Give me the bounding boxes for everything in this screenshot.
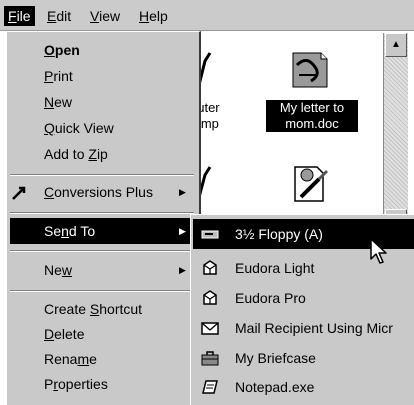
menu-separator [10, 212, 194, 214]
selected-file-label[interactable]: My letter to mom.doc [266, 100, 358, 132]
menu-separator [10, 290, 194, 292]
document-icon[interactable] [287, 51, 333, 89]
file-menu: Open Print New Quick View Add to Zip Con… [6, 31, 201, 405]
menu-separator [10, 174, 194, 176]
menu-help[interactable]: Help [135, 6, 172, 26]
menu-edit[interactable]: Edit [43, 6, 75, 26]
menu-item-new[interactable]: New ▶ [7, 257, 199, 283]
menu-item-create-shortcut[interactable]: Create Shortcut [7, 296, 199, 322]
send-to-my-briefcase[interactable]: My Briefcase [191, 343, 414, 373]
send-to-notepad[interactable]: Notepad.exe [191, 372, 414, 402]
send-to-mail-recipient[interactable]: Mail Recipient Using Micr [191, 313, 414, 343]
menu-item-add-to-zip[interactable]: Add to Zip [7, 141, 199, 167]
floppy-drive-icon [201, 230, 219, 239]
eudora-light-icon [203, 260, 217, 275]
submenu-arrow-icon: ▶ [179, 187, 186, 197]
menu-item-delete[interactable]: Delete [7, 321, 199, 347]
menu-item-quick-view[interactable]: Quick View [7, 115, 199, 141]
setup-program-icon[interactable] [287, 161, 333, 205]
menu-separator [10, 250, 194, 252]
mail-envelope-icon [201, 322, 219, 335]
vertical-scrollbar[interactable]: ▲ [383, 33, 408, 217]
menu-view[interactable]: View [86, 6, 124, 26]
menu-item-conversions-plus[interactable]: Conversions Plus ▶ [7, 179, 199, 205]
menu-item-open[interactable]: Open [7, 37, 199, 63]
menu-item-rename[interactable]: Rename [7, 346, 199, 372]
menu-item-print[interactable]: Print [7, 63, 199, 89]
submenu-arrow-icon: ▶ [179, 265, 186, 275]
menu-bar: File Edit View Help [0, 0, 414, 31]
menu-item-send-to[interactable]: Send To ▶ [10, 218, 196, 244]
scroll-up-button[interactable]: ▲ [385, 33, 407, 57]
notepad-icon [202, 380, 218, 394]
eudora-pro-icon [203, 290, 217, 305]
menu-item-properties[interactable]: Properties [7, 371, 199, 397]
menu-file[interactable]: File [4, 6, 35, 26]
conversions-arrow-icon [12, 186, 26, 200]
briefcase-icon [201, 351, 219, 366]
menu-item-new-doc[interactable]: New [7, 89, 199, 115]
send-to-eudora-pro[interactable]: Eudora Pro [191, 283, 414, 313]
submenu-arrow-icon: ▶ [179, 226, 186, 236]
mouse-cursor-icon [370, 238, 387, 264]
